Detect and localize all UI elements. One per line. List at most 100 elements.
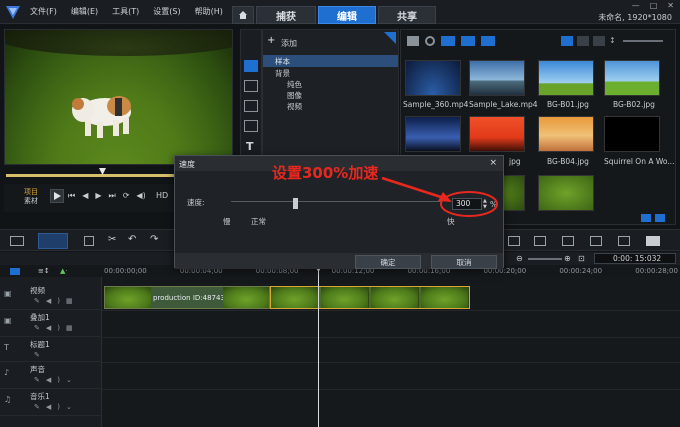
cancel-button[interactable]: 取消 [431, 255, 497, 269]
thumb-sample-360[interactable] [405, 60, 461, 96]
folder-icon[interactable] [407, 36, 419, 46]
text-t-icon[interactable]: T [246, 140, 254, 153]
menu-settings[interactable]: 设置(S) [153, 6, 180, 17]
track-header-music[interactable]: ♫ 音乐1 ✎◀)⌄ [0, 389, 102, 416]
volume-icon[interactable]: ◀) [136, 191, 145, 201]
undo-icon[interactable]: ↶ [128, 234, 136, 245]
redo-icon[interactable]: ↷ [150, 234, 158, 245]
subtitle-icon[interactable] [646, 236, 660, 246]
end-icon[interactable]: ⏭ [109, 191, 116, 201]
tree-item-backgrounds[interactable]: 背景 [275, 68, 290, 79]
thumb-clip-b[interactable] [538, 175, 594, 211]
track-controls[interactable]: ✎◀)⌄ [34, 376, 78, 384]
track-controls[interactable]: ✎◀)⌄ [34, 403, 78, 411]
track-header-video[interactable]: ▣ 视频 ✎◀)▦ [0, 283, 102, 310]
tree-item-samples[interactable]: 样本 [275, 56, 290, 67]
tree-item-image[interactable]: 图像 [287, 90, 302, 101]
timeline-view-button[interactable] [38, 233, 68, 249]
storyboard-view-icon[interactable] [10, 236, 24, 246]
menu-bar: 文件(F) 编辑(E) 工具(T) 设置(S) 帮助(H) [30, 6, 223, 17]
playhead[interactable] [315, 266, 322, 427]
thumb-size-slider[interactable] [623, 40, 663, 42]
filter-audio-icon[interactable] [481, 36, 495, 46]
track-manager-icon[interactable] [10, 268, 20, 275]
mode-clip[interactable]: 素材 [24, 196, 38, 206]
fit-icon[interactable] [508, 236, 520, 246]
home-start-icon[interactable]: ⏮ [68, 191, 75, 201]
video-clip-1[interactable]: production ID:4874384 [104, 286, 270, 309]
preview-window [4, 29, 233, 165]
tab-home[interactable] [232, 6, 254, 24]
thumb-bg-b02[interactable] [604, 60, 660, 96]
track-header-voice[interactable]: ♪ 声音 ✎◀)⌄ [0, 362, 102, 389]
speed-slider-thumb[interactable] [293, 198, 298, 209]
close-icon[interactable]: × [489, 158, 497, 168]
fit-timeline-icon[interactable]: ⊡ [578, 254, 585, 263]
tree-item-solid[interactable]: 纯色 [287, 79, 302, 90]
prev-frame-icon[interactable]: ◀ [82, 191, 88, 201]
track-header-overlay[interactable]: ▣ 叠加1 ✎◀)▦ [0, 310, 102, 337]
menu-edit[interactable]: 编辑(E) [71, 6, 98, 17]
grid-view-icon[interactable] [593, 36, 605, 46]
mode-tabs: 捕获 编辑 共享 [232, 6, 438, 24]
menu-tools[interactable]: 工具(T) [112, 6, 139, 17]
filter-image-icon[interactable] [461, 36, 475, 46]
thumb-sunset[interactable] [469, 116, 525, 152]
hd-toggle[interactable]: HD [156, 191, 168, 200]
next-frame-icon[interactable]: ▶ [95, 191, 101, 201]
preview-image [5, 30, 232, 164]
thumb-squirrel[interactable] [604, 116, 660, 152]
thumb-bg-b04[interactable] [538, 116, 594, 152]
thumb-bg-b01[interactable] [538, 60, 594, 96]
motion-icon[interactable] [618, 236, 630, 246]
close-icon[interactable]: ✕ [667, 1, 674, 10]
track-name: 声音 [30, 365, 45, 374]
add-marker-icon[interactable]: ▲· [60, 267, 68, 275]
ruler-tick: 00:00:28;00 [635, 267, 678, 275]
add-folder-button[interactable]: 添加 [281, 38, 297, 49]
sort-icon[interactable]: ↕ [609, 36, 619, 46]
tree-item-video[interactable]: 视频 [287, 101, 302, 112]
track-controls[interactable]: ✎◀)▦ [34, 324, 79, 332]
tab-edit[interactable]: 编辑 [318, 6, 376, 24]
mark-icon[interactable] [562, 236, 574, 246]
record-icon[interactable] [425, 36, 435, 46]
overlay-track-icon: ▣ [4, 316, 12, 325]
track-controls[interactable]: ✎◀)▦ [34, 297, 79, 305]
thumb-sample-lake[interactable] [469, 60, 525, 96]
ok-button[interactable]: 确定 [355, 255, 421, 269]
add-track-icon[interactable] [84, 236, 94, 246]
timecode-display[interactable]: 0:00: 15:032 [594, 253, 676, 264]
title-icon[interactable] [244, 120, 258, 132]
track-header-title[interactable]: T 标题1 ✎ [0, 337, 102, 362]
zoom-slider[interactable] [528, 258, 562, 260]
menu-file[interactable]: 文件(F) [30, 6, 57, 17]
title-tool-icon[interactable] [534, 236, 546, 246]
track-headers: ▣ 视频 ✎◀)▦ ▣ 叠加1 ✎◀)▦ T 标题1 ✎ ♪ 声音 ✎◀)⌄ ♫… [0, 277, 102, 427]
media-category-icon[interactable] [244, 60, 258, 72]
maximize-icon[interactable]: □ [650, 1, 658, 10]
list-view-icon[interactable] [561, 36, 573, 46]
tools-icon[interactable]: ✂ [108, 234, 116, 245]
zoom-in-icon[interactable]: ⊕ [564, 254, 571, 263]
track-controls[interactable]: ✎ [34, 351, 46, 359]
thumb-label: jpg [509, 157, 521, 166]
tab-capture[interactable]: 捕获 [256, 6, 316, 24]
library-options-icon[interactable] [641, 214, 651, 222]
thumb-view-icon[interactable] [577, 36, 589, 46]
zoom-out-icon[interactable]: ⊖ [516, 254, 523, 263]
library-expand-icon[interactable] [655, 214, 665, 222]
minimize-icon[interactable]: — [632, 1, 640, 10]
filter-video-icon[interactable] [441, 36, 455, 46]
add-icon[interactable]: + [267, 35, 275, 46]
video-clip-2[interactable] [270, 286, 470, 309]
thumb-night[interactable] [405, 116, 461, 152]
tab-share[interactable]: 共享 [378, 6, 436, 24]
record-capture-icon[interactable] [590, 236, 602, 246]
instant-project-icon[interactable] [244, 80, 258, 92]
play-button[interactable] [50, 189, 64, 203]
chapter-icon[interactable]: ≡↕ [38, 267, 50, 275]
transition-icon[interactable] [244, 100, 258, 112]
menu-help[interactable]: 帮助(H) [195, 6, 223, 17]
repeat-icon[interactable]: ⟳ [123, 191, 130, 201]
